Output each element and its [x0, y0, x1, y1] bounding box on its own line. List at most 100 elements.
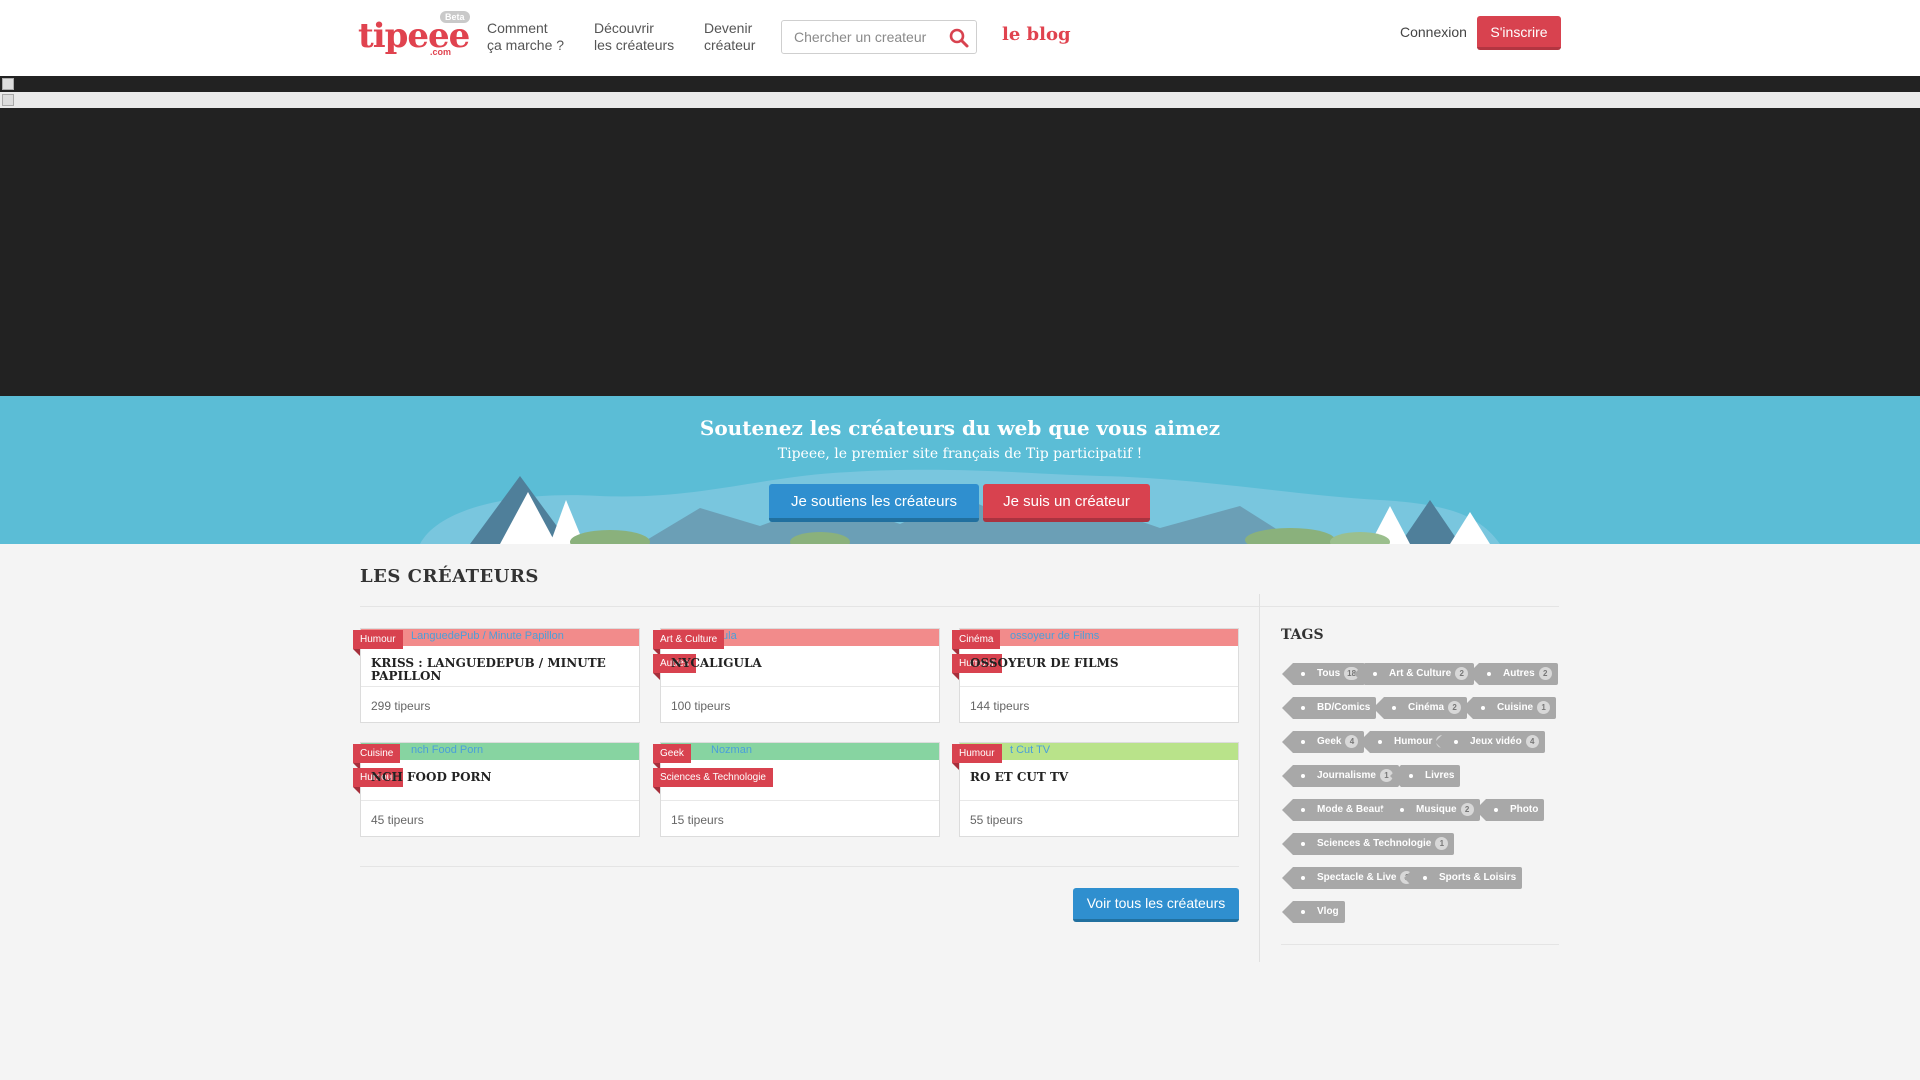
card-divider	[361, 686, 639, 687]
card-banner-link[interactable]: LanguedePub / Minute Papillon	[411, 630, 564, 642]
creator-name[interactable]: KRISS : LANGUEDEPUB / MINUTE PAPILLON	[371, 657, 631, 683]
category-ribbon[interactable]: Sciences & Technologie	[653, 768, 773, 794]
creator-name[interactable]: NCH FOOD PORN	[371, 771, 631, 784]
card-divider	[960, 800, 1238, 801]
card-divider	[661, 800, 939, 801]
tag-vlog[interactable]: Vlog	[1282, 901, 1345, 923]
tag-count: 1	[1537, 701, 1551, 714]
creator-card[interactable]: nch Food Porn Cuisine Humour NCH FOOD PO…	[353, 742, 640, 837]
tag-count: 4	[1345, 735, 1359, 748]
tag-count: 2	[1455, 667, 1469, 680]
nav-discover-creators[interactable]: Découvrir les créateurs	[594, 20, 674, 54]
creator-card[interactable]: Nozman Geek Sciences & Technologie 15 ti…	[653, 742, 940, 837]
tag-autres[interactable]: Autres 2	[1468, 663, 1558, 685]
tipper-count: 100 tipeurs	[671, 699, 731, 713]
creator-name[interactable]: RO ET CUT TV	[970, 771, 1230, 784]
card-banner: LanguedePub / Minute Papillon	[361, 629, 639, 646]
site-header: tipeee .com Beta Comment ça marche ? Déc…	[0, 0, 1920, 76]
category-ribbon[interactable]: Geek	[653, 744, 691, 770]
tag-mode-beaute[interactable]: Mode & Beauté	[1281, 799, 1396, 821]
nav-how-it-works[interactable]: Comment ça marche ?	[487, 20, 564, 54]
card-banner-link[interactable]: nch Food Porn	[411, 744, 483, 756]
creator-card[interactable]: ossoyeur de Films Cinéma Humour OSSOYEUR…	[952, 628, 1239, 723]
beta-badge: Beta	[440, 11, 470, 23]
tag-cuisine[interactable]: Cuisine 1	[1461, 697, 1557, 719]
hero-subtitle: Tipeee, le premier site français de Tip …	[777, 446, 1143, 462]
tag-count: 2	[1448, 701, 1462, 714]
category-ribbon[interactable]: Cinéma	[952, 630, 1001, 656]
card-banner-link[interactable]: Nozman	[711, 744, 752, 756]
tag-journalisme[interactable]: Journalisme 1	[1282, 765, 1399, 787]
banner-strip-dark	[0, 76, 1920, 92]
logo-domain: .com	[430, 47, 452, 57]
creator-card[interactable]: t Cut TV Humour RO ET CUT TV 55 tipeurs	[952, 742, 1239, 837]
i-am-creator-button[interactable]: Je suis un créateur	[983, 484, 1150, 522]
tag-photo[interactable]: Photo	[1474, 799, 1545, 821]
card-banner: nch Food Porn	[361, 743, 639, 760]
tipeee-logo[interactable]: tipeee .com Beta	[358, 11, 470, 58]
card-banner-link[interactable]: ossoyeur de Films	[1010, 630, 1099, 642]
tag-count: 2	[1460, 803, 1474, 816]
broken-image-icon	[2, 94, 14, 106]
sidebar-divider	[1259, 594, 1260, 962]
tag-label: Spectacle & Live	[1317, 872, 1397, 883]
creators-section-title: LES CRÉATEURS	[360, 566, 539, 587]
tag-label: Vlog	[1317, 906, 1339, 917]
tag-label: Cinéma	[1408, 702, 1445, 713]
tag-musique[interactable]: Musique 2	[1381, 799, 1480, 821]
signup-button[interactable]: S'inscrire	[1477, 16, 1561, 50]
broken-image-icon	[2, 78, 14, 90]
creator-search	[781, 20, 977, 54]
card-banner: Nozman	[661, 743, 939, 760]
video-player-area[interactable]	[0, 108, 1920, 396]
category-ribbon[interactable]: Humour	[952, 744, 1002, 770]
card-banner: t Cut TV	[960, 743, 1238, 760]
tag-label: Geek	[1317, 736, 1342, 747]
category-ribbon[interactable]: Humour	[353, 630, 403, 656]
card-banner: ossoyeur de Films	[960, 629, 1238, 646]
search-icon[interactable]	[948, 27, 970, 49]
nav-discover-line1: Découvrir	[594, 20, 654, 36]
tag-label: Autres	[1503, 668, 1535, 679]
tag-bd-comics[interactable]: BD/Comics	[1281, 697, 1377, 719]
hero-title: Soutenez les créateurs du web que vous a…	[699, 416, 1221, 440]
tag-livres[interactable]: Livres	[1389, 765, 1461, 787]
creator-card[interactable]: ligula Art & Culture Autres NYCALIGULA 1…	[653, 628, 940, 723]
login-link[interactable]: Connexion	[1400, 24, 1467, 40]
support-creators-button[interactable]: Je soutiens les créateurs	[769, 484, 979, 522]
tag-sports-loisirs[interactable]: Sports & Loisirs	[1403, 867, 1523, 889]
tag-sciences-technologie[interactable]: Sciences & Technologie 1	[1281, 833, 1455, 855]
see-all-creators-button[interactable]: Voir tous les créateurs	[1073, 888, 1239, 922]
card-divider	[661, 686, 939, 687]
nav-how-it-works-line1: Comment	[487, 20, 548, 36]
tag-label: Art & Culture	[1389, 668, 1452, 679]
tag-spectacle-live[interactable]: Spectacle & Live1	[1281, 867, 1420, 889]
tag-label: Cuisine	[1497, 702, 1534, 713]
tag-count: 1	[1435, 837, 1449, 850]
tag-label: Mode & Beauté	[1317, 804, 1390, 815]
creator-name[interactable]: OSSOYEUR DE FILMS	[970, 657, 1230, 670]
tag-geek[interactable]: Geek 4	[1281, 731, 1365, 753]
creator-card[interactable]: LanguedePub / Minute Papillon Humour KRI…	[353, 628, 640, 723]
nav-discover-line2: les créateurs	[594, 37, 675, 53]
card-banner-link[interactable]: t Cut TV	[1010, 744, 1050, 756]
search-input[interactable]	[782, 21, 942, 53]
tag-count: 2	[1538, 667, 1552, 680]
tipper-count: 15 tipeurs	[671, 813, 724, 827]
nav-become-line2: créateur	[704, 37, 756, 53]
hero-banner: Soutenez les créateurs du web que vous a…	[0, 396, 1920, 544]
tags-divider	[1281, 944, 1559, 945]
tipper-count: 45 tipeurs	[371, 813, 424, 827]
blog-link[interactable]: le blog	[1002, 24, 1071, 45]
category-ribbon[interactable]: Art & Culture	[653, 630, 725, 656]
tag-art-culture[interactable]: Art & Culture 2	[1353, 663, 1475, 685]
nav-become-creator[interactable]: Devenir créateur	[704, 20, 755, 54]
creator-name[interactable]: NYCALIGULA	[671, 657, 931, 670]
tag-jeux-video[interactable]: Jeux vidéo 4	[1435, 731, 1545, 753]
tag-label: Sciences & Technologie	[1317, 838, 1432, 849]
cards-divider	[360, 866, 1239, 867]
category-ribbon[interactable]: Cuisine	[353, 744, 401, 770]
tipper-count: 299 tipeurs	[371, 699, 431, 713]
tag-label: Photo	[1510, 804, 1539, 815]
tag-cinema[interactable]: Cinéma 2	[1372, 697, 1468, 719]
